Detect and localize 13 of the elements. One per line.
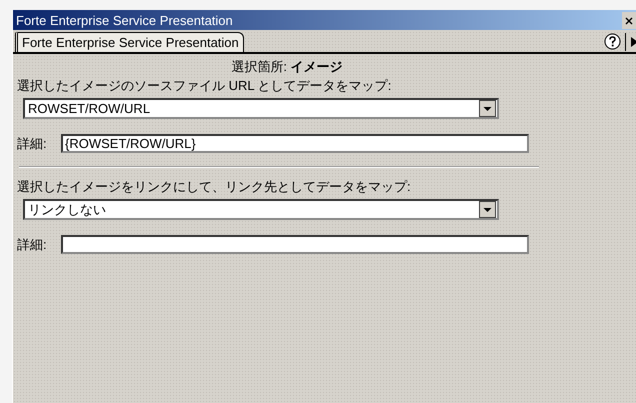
dropdown[interactable]: ROWSET/ROW/URL [23, 98, 499, 119]
selection-heading: 選択箇所: イメージ [230, 58, 344, 76]
window-title: Forte Enterprise Service Presentation [16, 12, 234, 28]
dropdown[interactable]: リンクしない [23, 199, 499, 220]
detail-label: 詳細: [17, 134, 48, 152]
detail-field[interactable] [61, 235, 529, 254]
close-icon[interactable] [622, 12, 636, 28]
field-label: 選択したイメージをリンクにして、リンク先としてデータをマップ: [17, 178, 412, 196]
tab[interactable]: Forte Enterprise Service Presentation [15, 32, 244, 52]
field-label: 選択したイメージのソースファイル URL としてデータをマップ: [17, 77, 392, 95]
help-icon[interactable] [604, 33, 621, 50]
detail-field[interactable]: {ROWSET/ROW/URL} [61, 134, 529, 153]
detail-label: 詳細: [17, 236, 48, 254]
